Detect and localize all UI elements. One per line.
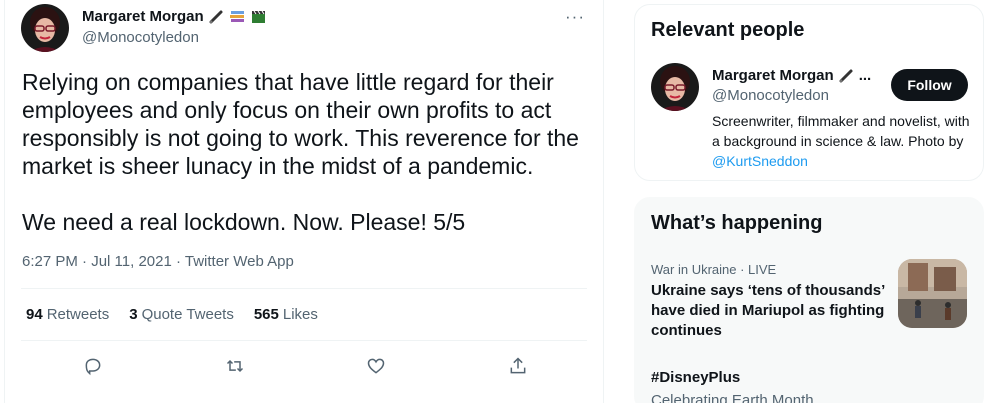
whats-happening-title: What’s happening [651, 212, 823, 234]
author-handle[interactable]: @Monocotyledon [82, 29, 199, 46]
pen-icon [838, 67, 855, 84]
follow-button[interactable]: Follow [891, 69, 968, 101]
retweet-icon[interactable] [219, 350, 251, 382]
like-icon[interactable] [360, 350, 392, 382]
share-icon[interactable] [502, 350, 534, 382]
whats-happening-card: What’s happening War in Ukraine · LIVE U… [634, 197, 984, 403]
trend-thumbnail [898, 259, 967, 328]
bio-photo-credit-link[interactable]: @KurtSneddon [712, 153, 808, 169]
pen-icon [208, 8, 225, 25]
books-icon [229, 8, 246, 25]
tweet-text: Relying on companies that have little re… [22, 69, 579, 235]
author-avatar[interactable] [21, 4, 69, 52]
author-name-row[interactable]: Margaret Morgan [82, 8, 267, 25]
person-bio: Screenwriter, filmmaker and novelist, wi… [712, 111, 974, 171]
retweets-stat[interactable]: 94 Retweets [26, 306, 109, 323]
quote-tweets-stat[interactable]: 3 Quote Tweets [129, 306, 234, 323]
relevant-people-title: Relevant people [651, 19, 805, 41]
trend-category: War in Ukraine · LIVE [651, 262, 777, 277]
tweet-actions [21, 350, 587, 382]
person-handle[interactable]: @Monocotyledon [712, 87, 829, 104]
person-avatar[interactable] [651, 63, 699, 111]
name-truncation: ... [858, 67, 872, 84]
person-name-row[interactable]: Margaret Morgan ... [712, 67, 871, 84]
trend-headline: Ukraine says ‘tens of thousands’ have di… [651, 282, 885, 339]
tweet-stats: 94 Retweets 3 Quote Tweets 565 Likes [26, 306, 318, 323]
tweet-detail: Margaret Morgan @Monocotyledon ··· Relyi… [4, 0, 604, 403]
author-name[interactable]: Margaret Morgan [82, 8, 204, 25]
person-name[interactable]: Margaret Morgan [712, 67, 834, 84]
tweet-meta[interactable]: 6:27 PM · Jul 11, 2021 · Twitter Web App [22, 253, 294, 270]
clapper-icon [250, 8, 267, 25]
reply-icon[interactable] [77, 350, 109, 382]
likes-stat[interactable]: 565 Likes [254, 306, 318, 323]
trend-hashtag: #DisneyPlus [651, 369, 741, 386]
relevant-people-card: Relevant people Margaret Morgan ... @Mon… [634, 4, 984, 181]
person-bio-text: Screenwriter, filmmaker and novelist, wi… [712, 113, 970, 149]
more-options-icon[interactable]: ··· [565, 7, 585, 27]
trend-hashtag-subtitle: Celebrating Earth Month [651, 392, 814, 403]
divider [21, 340, 587, 341]
divider [21, 288, 587, 289]
